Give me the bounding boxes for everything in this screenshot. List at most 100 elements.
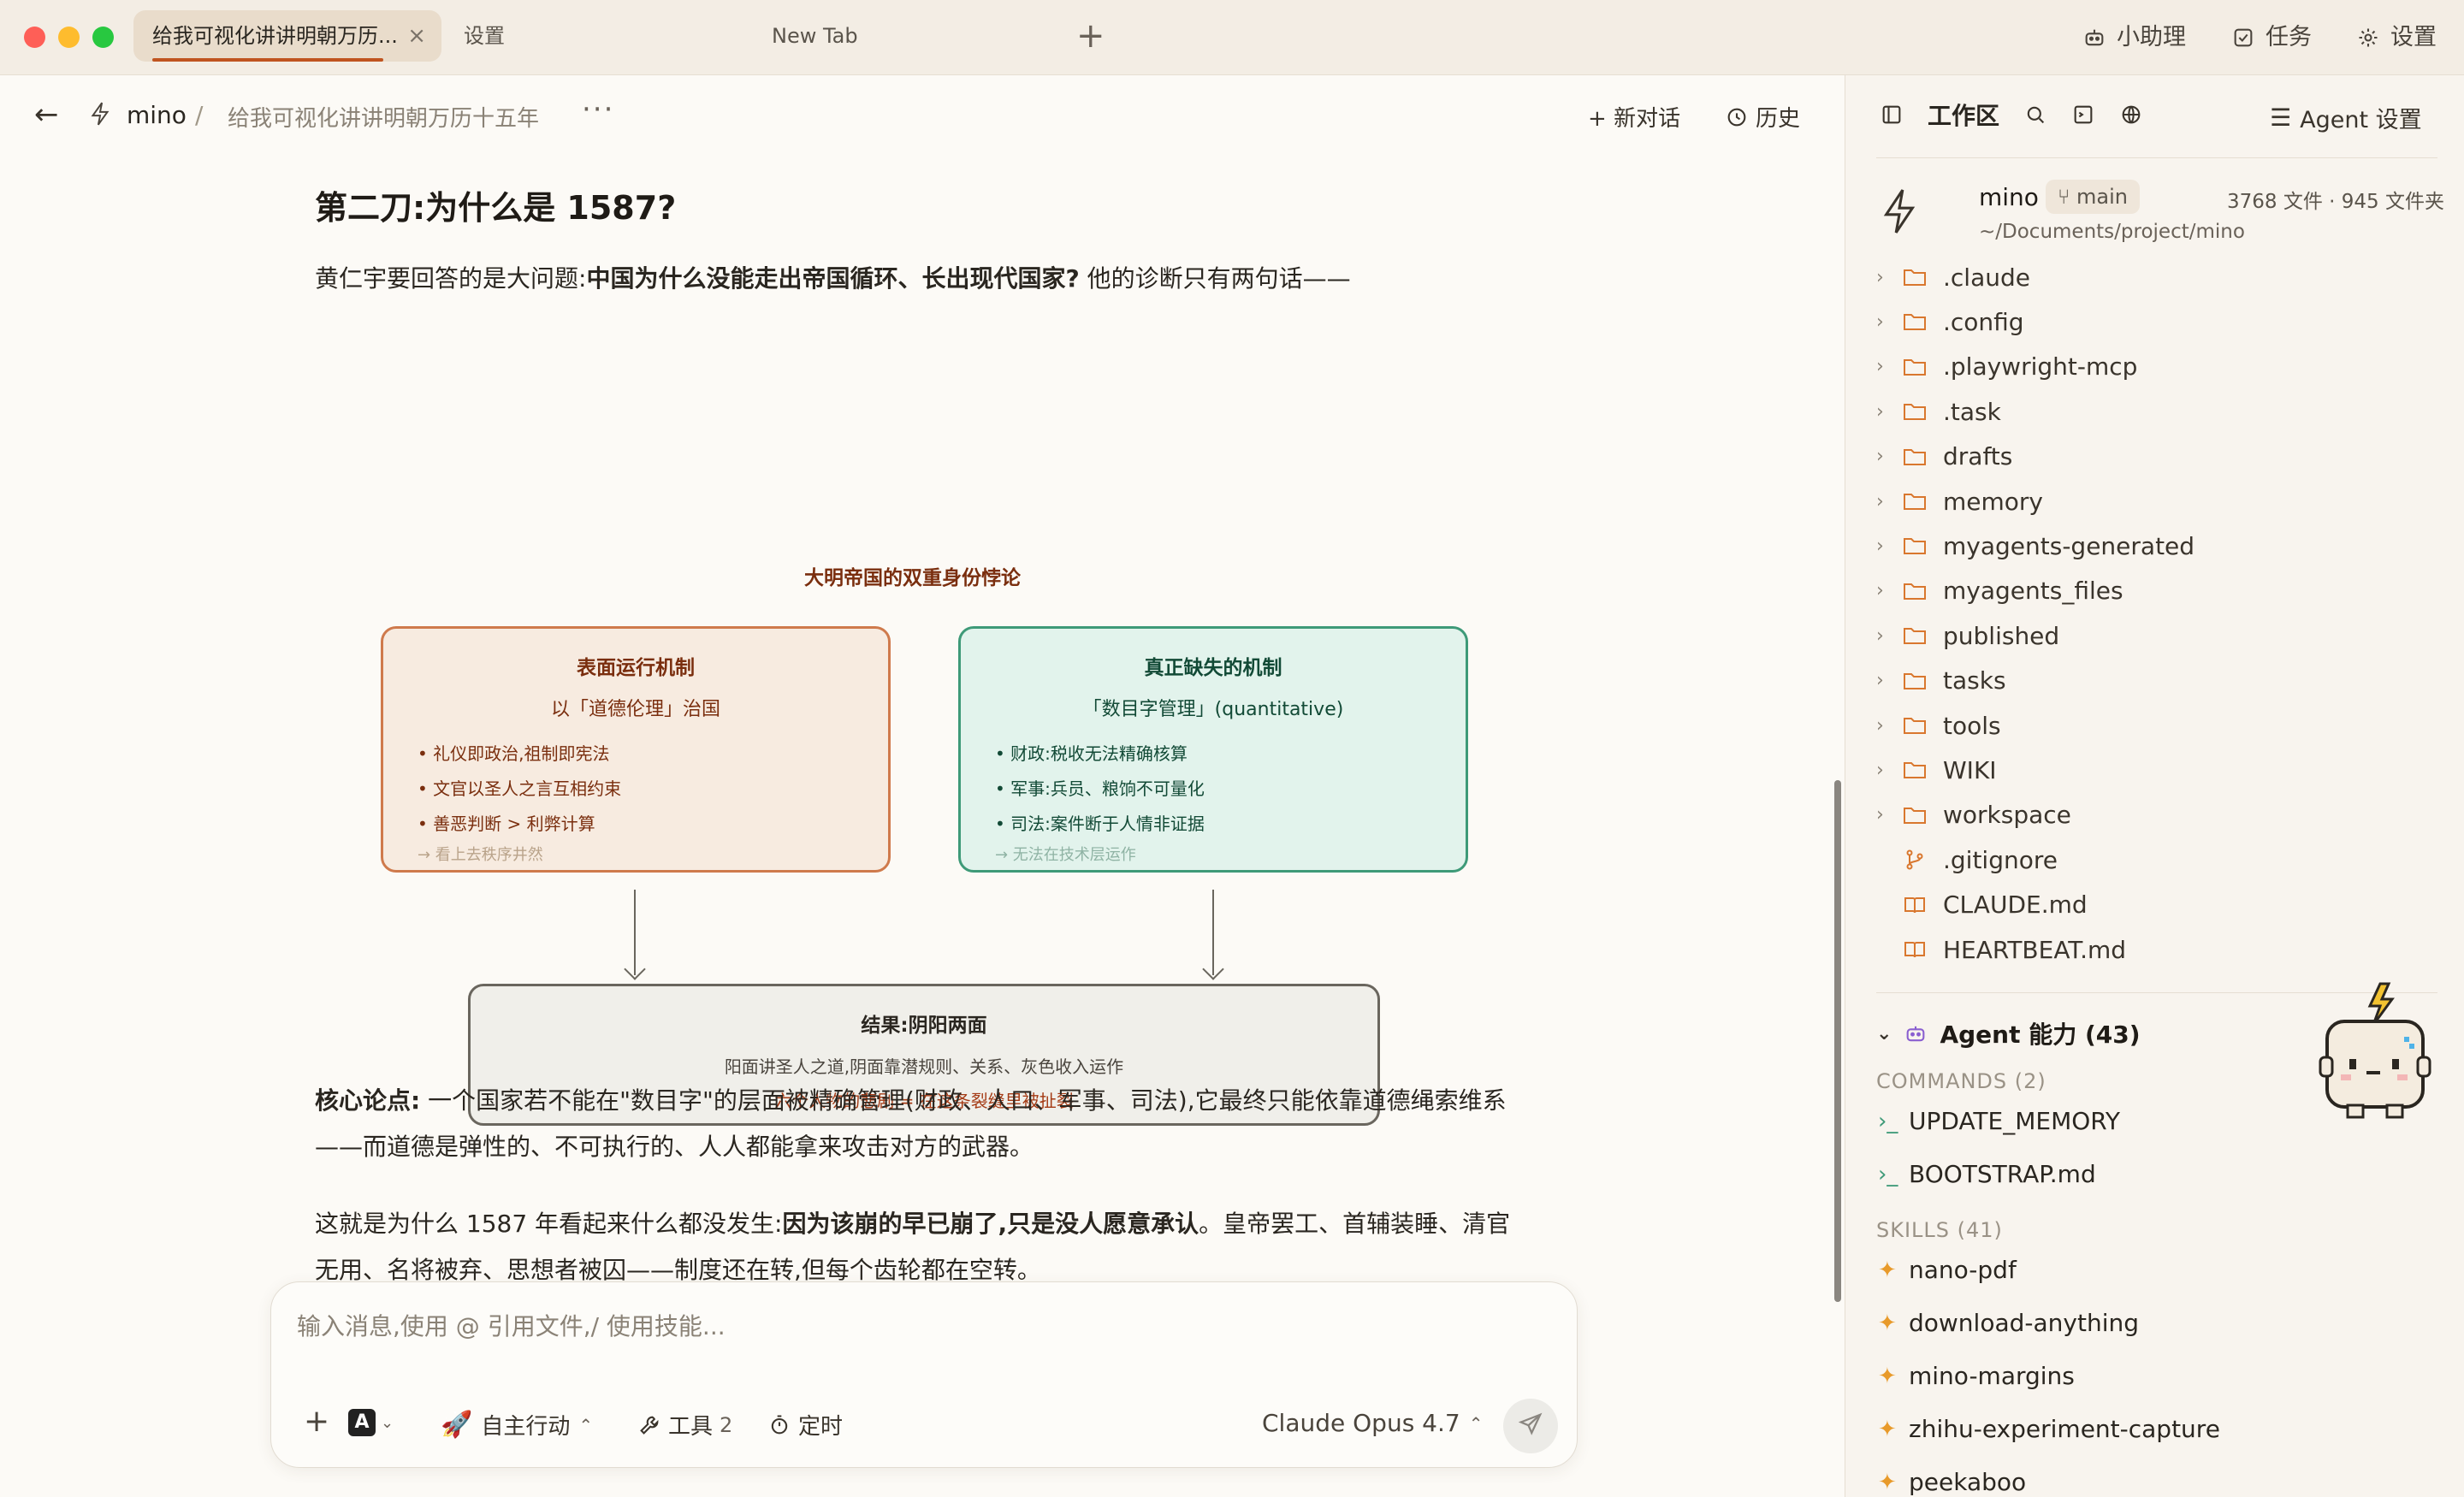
arrow-right-head	[1202, 958, 1224, 980]
tree-file[interactable]: HEARTBEAT.md	[1876, 932, 2126, 967]
tree-item-label: drafts	[1943, 442, 2013, 471]
tree-folder[interactable]: › tasks	[1876, 664, 2006, 698]
breadcrumb-conversation-title[interactable]: 给我可视化讲讲明朝万历十五年	[228, 101, 539, 133]
tab-label: 设置	[464, 24, 505, 48]
workspace-title[interactable]: 工作区	[1928, 98, 1999, 132]
tree-folder[interactable]: › published	[1876, 618, 2059, 653]
tree-folder[interactable]: › tools	[1876, 708, 2001, 743]
skill-item[interactable]: ✦ zhihu-experiment-capture	[1878, 1415, 2220, 1443]
history-button[interactable]: 历史	[1725, 101, 1800, 133]
model-selector[interactable]: Claude Opus 4.7 ⌃	[1262, 1409, 1483, 1437]
mode-selector[interactable]: 🚀 自主行动 ⌃	[441, 1409, 593, 1441]
tree-folder[interactable]: › .claude	[1876, 260, 2030, 294]
robot-icon	[2082, 26, 2106, 50]
tree-item-label: .playwright-mcp	[1943, 352, 2138, 382]
tree-folder[interactable]: › .task	[1876, 394, 2001, 429]
commands-section-label: COMMANDS (2)	[1876, 1069, 2046, 1093]
folder-icon	[1902, 714, 1943, 737]
back-arrow-icon[interactable]: ←	[34, 98, 59, 132]
message-input[interactable]: 输入消息,使用 @ 引用文件,/ 使用技能...	[297, 1308, 726, 1342]
conversation-header: ← mino / 给我可视化讲讲明朝万历十五年 ··· + 新对话 历史	[0, 75, 1845, 157]
project-path: ~/Documents/project/mino	[1979, 221, 2245, 243]
skills-section-label: SKILLS (41)	[1876, 1218, 2003, 1242]
attach-plus-button[interactable]: +	[304, 1404, 329, 1439]
chevron-right-icon: ›	[1876, 535, 1884, 557]
folder-icon	[1902, 535, 1943, 557]
result-description: 阳面讲圣人之道,阴面靠潜规则、关系、灰色收入运作	[724, 1056, 1124, 1077]
skill-item[interactable]: ✦ nano-pdf	[1878, 1256, 2017, 1284]
folder-icon	[1902, 311, 1943, 333]
sidebar-toggle-icon[interactable]	[1880, 103, 1904, 127]
add-tab-button[interactable]: +	[1076, 15, 1105, 56]
project-name: mino	[1979, 183, 2039, 211]
skill-item[interactable]: ✦ peekaboo	[1878, 1468, 2026, 1496]
minimize-window-button[interactable]	[58, 27, 80, 48]
surface-mechanism-box: 表面运行机制 以「道德伦理」治国 • 礼仪即政治,祖制即宪法 • 文官以圣人之言…	[381, 626, 891, 873]
tab-settings[interactable]: 设置	[445, 10, 524, 62]
search-icon[interactable]	[2023, 103, 2047, 127]
chevron-right-icon: ›	[1876, 759, 1884, 781]
agent-capabilities-header[interactable]: ⌄ Agent 能力 (43)	[1876, 1016, 2141, 1050]
book-icon	[1902, 894, 1943, 916]
zoom-window-button[interactable]	[92, 27, 114, 48]
skill-item[interactable]: ✦ download-anything	[1878, 1309, 2139, 1337]
content-scrollbar[interactable]	[1834, 780, 1841, 1302]
chevron-right-icon: ›	[1876, 670, 1884, 692]
tree-item-label: WIKI	[1943, 755, 1997, 784]
folder-icon	[1902, 266, 1943, 288]
settings-button[interactable]: 设置	[2356, 21, 2437, 55]
model-name: Claude Opus 4.7	[1262, 1409, 1460, 1437]
tree-folder[interactable]: › workspace	[1876, 798, 2071, 832]
skill-name: mino-margins	[1909, 1362, 2075, 1390]
new-chat-label: 新对话	[1614, 106, 1681, 132]
robot-icon	[1904, 1021, 1928, 1045]
intro-text-tail: 他的诊断只有两句话——	[1079, 264, 1351, 293]
tree-item-label: tools	[1943, 711, 2001, 740]
conclusion-paragraph: 这就是为什么 1587 年看起来什么都没发生:因为该崩的早已崩了,只是没人愿意承…	[315, 1201, 1530, 1293]
tools-button[interactable]: 工具 2	[637, 1409, 732, 1441]
mascot-icon[interactable]	[2313, 975, 2438, 1129]
new-chat-button[interactable]: + 新对话	[1588, 101, 1680, 133]
chevron-right-icon: ›	[1876, 356, 1884, 378]
tree-item-label: .task	[1943, 397, 2001, 426]
globe-icon[interactable]	[2119, 103, 2143, 127]
tree-folder[interactable]: › myagents-generated	[1876, 529, 2194, 563]
tab-conversation[interactable]: 给我可视化讲讲明朝万历... ×	[133, 10, 441, 62]
diagram-title: 大明帝国的双重身份悖论	[804, 567, 1021, 589]
chevron-right-icon: ›	[1876, 580, 1884, 602]
skill-item[interactable]: ✦ mino-margins	[1878, 1362, 2075, 1390]
box-item: • 军事:兵员、粮饷不可量化	[995, 778, 1205, 799]
message-composer: 输入消息,使用 @ 引用文件,/ 使用技能... + A ⌄ 🚀 自主行动 ⌃ …	[270, 1281, 1578, 1468]
model-provider-selector[interactable]: A ⌄	[348, 1409, 394, 1436]
tree-folder[interactable]: › WIKI	[1876, 753, 1997, 787]
breadcrumb-project[interactable]: mino	[127, 101, 187, 129]
tab-new-tab[interactable]: New Tab	[753, 10, 877, 62]
skill-name: zhihu-experiment-capture	[1909, 1415, 2220, 1443]
branch-badge[interactable]: ⑂ main	[2046, 180, 2140, 214]
tools-count: 2	[720, 1412, 733, 1437]
tree-item-label: myagents_files	[1943, 577, 2123, 606]
command-item[interactable]: ›_ BOOTSTRAP.md	[1878, 1160, 2096, 1188]
tree-folder[interactable]: › drafts	[1876, 440, 2012, 474]
tree-file[interactable]: CLAUDE.md	[1876, 888, 2088, 922]
tree-folder[interactable]: › .config	[1876, 305, 2024, 339]
tree-folder[interactable]: › myagents_files	[1876, 574, 2123, 608]
tree-file[interactable]: .gitignore	[1876, 843, 2058, 877]
send-button[interactable]	[1503, 1399, 1558, 1453]
schedule-button[interactable]: 定时	[767, 1409, 843, 1441]
command-item[interactable]: ›_ UPDATE_MEMORY	[1878, 1107, 2120, 1135]
more-options-button[interactable]: ···	[582, 92, 614, 127]
command-name: BOOTSTRAP.md	[1909, 1160, 2096, 1188]
close-tab-icon[interactable]: ×	[407, 10, 426, 62]
sparkle-icon: ✦	[1878, 1257, 1897, 1283]
chevron-down-icon: ⌄	[381, 1413, 394, 1432]
tree-folder[interactable]: › memory	[1876, 484, 2043, 518]
close-window-button[interactable]	[24, 27, 45, 48]
terminal-icon[interactable]	[2071, 103, 2095, 127]
folder-icon	[1902, 446, 1943, 468]
assistant-button[interactable]: 小助理	[2082, 21, 2186, 55]
breadcrumb-separator: /	[195, 101, 204, 129]
tree-folder[interactable]: › .playwright-mcp	[1876, 350, 2137, 384]
tasks-button[interactable]: 任务	[2231, 21, 2312, 55]
agent-settings-button[interactable]: ☰ Agent 设置	[2270, 101, 2422, 134]
